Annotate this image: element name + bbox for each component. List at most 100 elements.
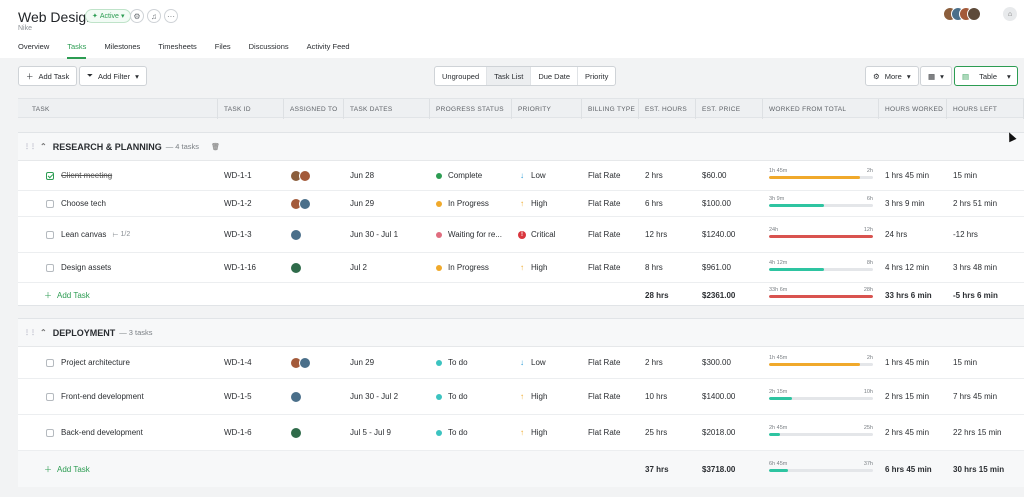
progress-status[interactable]: In Progress [436,191,510,216]
trash-icon[interactable]: 🗑 [211,143,220,151]
bell-icon[interactable]: ♫ [147,9,161,23]
status-badge[interactable]: ✦ Active ▾ [85,9,132,23]
task-name-cell[interactable]: Lean canvas ⊢ 1/2 [46,217,216,252]
group-header[interactable]: ⋮⋮ ⌃ DEPLOYMENT — 3 tasks [18,319,1024,347]
avatar[interactable] [290,261,302,274]
assignees[interactable] [290,379,344,414]
tab-files[interactable]: Files [215,42,231,59]
task-checkbox[interactable] [46,392,54,401]
task-checkbox[interactable] [46,358,54,367]
table-row[interactable]: Back-end development WD-1-6 Jul 5 - Jul 9 T… [18,415,1024,451]
task-dates[interactable]: Jun 29 [350,347,430,378]
task-name[interactable]: Back-end development [61,428,143,437]
assignees[interactable] [290,253,344,282]
est-price[interactable]: $1240.00 [702,217,763,252]
avatar[interactable] [290,390,302,403]
progress-status[interactable]: Waiting for re... [436,217,510,252]
column-header[interactable]: EST. PRICE [696,99,763,119]
drag-handle-icon[interactable]: ⋮⋮ [24,329,36,336]
more-button[interactable]: ⚙ More ▾ [865,66,919,86]
table-row[interactable]: Client meeting WD-1-1 Jun 28 Complete ↓ Low Fl… [18,161,1024,191]
priority[interactable]: ↓ Low [518,161,582,190]
est-price[interactable]: $60.00 [702,161,763,190]
avatar[interactable] [299,197,311,210]
est-price[interactable]: $2018.00 [702,415,763,450]
task-checkbox[interactable] [46,171,54,180]
priority[interactable]: ↑ High [518,379,582,414]
task-dates[interactable]: Jul 2 [350,253,430,282]
tab-overview[interactable]: Overview [18,42,49,59]
column-header[interactable]: PROGRESS STATUS [430,99,512,119]
est-hours[interactable]: 2 hrs [645,161,696,190]
priority[interactable]: ! Critical [518,217,582,252]
task-name-cell[interactable]: Front-end development [46,379,216,414]
share-icon[interactable]: ⌂ [1003,7,1017,21]
table-row[interactable]: Choose tech WD-1-2 Jun 29 In Progress ↑ High F… [18,191,1024,217]
est-hours[interactable]: 6 hrs [645,191,696,216]
task-name[interactable]: Design assets [61,263,111,272]
view-mode-ungrouped[interactable]: Ungrouped [435,67,488,85]
task-checkbox[interactable] [46,428,54,437]
progress-status[interactable]: To do [436,415,510,450]
task-dates[interactable]: Jul 5 - Jul 9 [350,415,430,450]
settings-icon[interactable]: ⚙ [130,9,144,23]
est-price[interactable]: $961.00 [702,253,763,282]
avatar[interactable] [299,356,311,369]
column-header[interactable]: WORKED FROM TOTAL [763,99,879,119]
column-header[interactable]: ASSIGNED TO [284,99,344,119]
chevron-up-icon[interactable]: ⌃ [40,142,47,151]
table-row[interactable]: Lean canvas ⊢ 1/2 WD-1-3 Jun 30 - Jul 1 Waiti… [18,217,1024,253]
task-dates[interactable]: Jun 30 - Jul 1 [350,217,430,252]
est-hours[interactable]: 8 hrs [645,253,696,282]
column-header[interactable]: BILLING TYPE [582,99,639,119]
more-options-icon[interactable]: ··· [164,9,178,23]
tab-timesheets[interactable]: Timesheets [158,42,197,59]
table-row[interactable]: Design assets WD-1-16 Jul 2 In Progress ↑ Hig… [18,253,1024,283]
task-dates[interactable]: Jun 28 [350,161,430,190]
priority[interactable]: ↓ Low [518,347,582,378]
task-name-cell[interactable]: Design assets [46,253,216,282]
tab-tasks[interactable]: Tasks [67,42,87,59]
assignees[interactable] [290,415,344,450]
assignees[interactable] [290,161,344,190]
add-task-button[interactable]: ＋ Add Task [18,66,78,86]
priority[interactable]: ↑ High [518,191,582,216]
task-dates[interactable]: Jun 30 - Jul 2 [350,379,430,414]
team-avatars[interactable] [943,7,981,21]
tab-activity-feed[interactable]: Activity Feed [307,42,350,59]
est-hours[interactable]: 2 hrs [645,347,696,378]
table-row[interactable]: Project architecture WD-1-4 Jun 29 To do ↓ Lo… [18,347,1024,379]
avatar[interactable] [290,426,302,439]
chevron-up-icon[interactable]: ⌃ [40,328,47,337]
task-name[interactable]: Choose tech [61,199,106,208]
add-task-link[interactable]: ＋ Add Task [44,283,144,307]
est-price[interactable]: $100.00 [702,191,763,216]
est-hours[interactable]: 25 hrs [645,415,696,450]
table-row[interactable]: Front-end development WD-1-5 Jun 30 - Jul … [18,379,1024,415]
group-header[interactable]: ⋮⋮ ⌃ RESEARCH & PLANNING — 4 tasks 🗑 [18,133,1024,161]
avatar[interactable] [299,169,311,182]
assignees[interactable] [290,191,344,216]
column-header[interactable]: TASK [18,99,218,119]
add-task-link[interactable]: ＋ Add Task [44,451,144,487]
task-name[interactable]: Project architecture [61,358,130,367]
est-hours[interactable]: 12 hrs [645,217,696,252]
task-name-cell[interactable]: Choose tech [46,191,216,216]
tab-milestones[interactable]: Milestones [104,42,140,59]
task-name-cell[interactable]: Client meeting [46,161,216,190]
priority[interactable]: ↑ High [518,253,582,282]
task-dates[interactable]: Jun 29 [350,191,430,216]
task-name[interactable]: Client meeting [61,171,112,180]
column-header[interactable]: HOURS WORKED [879,99,947,119]
assignees[interactable] [290,347,344,378]
tab-discussions[interactable]: Discussions [249,42,289,59]
progress-status[interactable]: To do [436,347,510,378]
progress-status[interactable]: To do [436,379,510,414]
column-header[interactable]: HOURS LEFT [947,99,1024,119]
task-checkbox[interactable] [46,263,54,272]
est-price[interactable]: $300.00 [702,347,763,378]
column-header[interactable]: EST. HOURS [639,99,696,119]
drag-handle-icon[interactable]: ⋮⋮ [24,143,36,150]
columns-button[interactable]: ▦ ▾ [920,66,952,86]
column-header[interactable]: TASK DATES [344,99,430,119]
